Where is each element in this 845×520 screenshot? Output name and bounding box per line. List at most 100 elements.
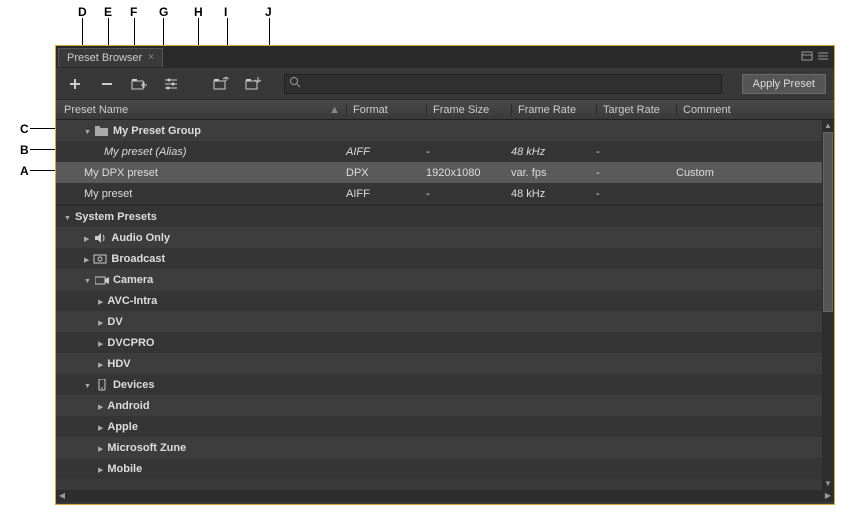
callout-D: D	[78, 5, 87, 19]
row-label: Mobile	[107, 463, 142, 475]
close-icon[interactable]: ×	[148, 52, 154, 63]
preset-name-cell: Apple	[56, 421, 346, 433]
disclosure-open-icon[interactable]	[84, 274, 91, 286]
preset-name-cell: System Presets	[56, 211, 346, 223]
disclosure-open-icon[interactable]	[64, 211, 71, 223]
scroll-up-icon[interactable]: ▲	[822, 120, 834, 132]
cell-frame-size: 1920x1080	[426, 167, 511, 179]
row-label: Microsoft Zune	[107, 442, 186, 454]
disclosure-closed-icon[interactable]	[84, 253, 89, 265]
apply-preset-button[interactable]: Apply Preset	[742, 74, 826, 94]
row-label: HDV	[107, 358, 130, 370]
callout-G: G	[159, 5, 168, 19]
cell-target-rate: -	[596, 167, 676, 179]
col-header-comment[interactable]: Comment	[676, 104, 834, 116]
disclosure-closed-icon[interactable]	[98, 316, 103, 328]
callout-I: I	[224, 5, 227, 19]
row-label: System Presets	[75, 211, 157, 223]
search-input[interactable]	[305, 78, 717, 90]
horizontal-scrollbar[interactable]: ◀ ▶	[56, 490, 834, 502]
scroll-left-icon[interactable]: ◀	[56, 490, 68, 502]
preset-name-cell: DVCPRO	[56, 337, 346, 349]
table-row[interactable]: Mobile	[56, 458, 834, 479]
table-row[interactable]: My Preset Group	[56, 120, 834, 141]
preset-name-cell: My preset (Alias)	[56, 146, 346, 158]
scroll-right-icon[interactable]: ▶	[822, 490, 834, 502]
broadcast-icon	[93, 253, 107, 265]
cell-frame-size: -	[426, 146, 511, 158]
table-row[interactable]: Android	[56, 395, 834, 416]
cell-frame-size: -	[426, 188, 511, 200]
table-row[interactable]: Devices	[56, 374, 834, 395]
disclosure-closed-icon[interactable]	[98, 337, 103, 349]
col-header-frame-size[interactable]: Frame Size	[426, 104, 511, 116]
row-label: Broadcast	[111, 253, 165, 265]
vertical-scrollbar[interactable]: ▲ ▼	[822, 120, 834, 490]
row-label: My Preset Group	[113, 125, 201, 137]
disclosure-closed-icon[interactable]	[84, 232, 89, 244]
table-row[interactable]: DVCPRO	[56, 332, 834, 353]
cell-target-rate: -	[596, 146, 676, 158]
panel-menu	[800, 50, 830, 62]
table-row[interactable]: Microsoft Zune	[56, 437, 834, 458]
cell-comment: Custom	[676, 167, 834, 179]
new-group-button[interactable]	[128, 74, 150, 94]
preset-settings-button[interactable]	[160, 74, 182, 94]
cell-frame-rate: var. fps	[511, 167, 596, 179]
table-row[interactable]: System Presets	[56, 206, 834, 227]
col-header-name[interactable]: Preset Name ▲	[56, 104, 346, 116]
export-preset-button[interactable]	[242, 74, 264, 94]
table-row[interactable]: My presetAIFF-48 kHz-	[56, 183, 834, 204]
disclosure-closed-icon[interactable]	[98, 400, 103, 412]
disclosure-open-icon[interactable]	[84, 125, 91, 137]
col-header-target-rate[interactable]: Target Rate	[596, 104, 676, 116]
preset-name-cell: Mobile	[56, 463, 346, 475]
search-icon	[289, 76, 301, 91]
camera-icon	[95, 274, 109, 286]
table-row[interactable]: Audio Only	[56, 227, 834, 248]
create-preset-button[interactable]	[64, 74, 86, 94]
disclosure-closed-icon[interactable]	[98, 463, 103, 475]
table-row[interactable]: My preset (Alias)AIFF-48 kHz-	[56, 141, 834, 162]
panel-dock-icon[interactable]	[800, 50, 814, 62]
audio-icon	[93, 232, 107, 244]
delete-preset-button[interactable]	[96, 74, 118, 94]
col-header-frame-rate[interactable]: Frame Rate	[511, 104, 596, 116]
table-row[interactable]: Broadcast	[56, 248, 834, 269]
scrollbar-thumb[interactable]	[823, 132, 833, 312]
disclosure-closed-icon[interactable]	[98, 442, 103, 454]
disclosure-closed-icon[interactable]	[98, 358, 103, 370]
tab-preset-browser[interactable]: Preset Browser ×	[58, 48, 163, 67]
callout-C: C	[20, 122, 29, 136]
row-label: My DPX preset	[84, 167, 158, 179]
table-row[interactable]: Camera	[56, 269, 834, 290]
col-header-format[interactable]: Format	[346, 104, 426, 116]
panel-menu-icon[interactable]	[816, 50, 830, 62]
search-box[interactable]	[284, 74, 722, 94]
import-preset-button[interactable]	[210, 74, 232, 94]
table-row[interactable]: AVC-Intra	[56, 290, 834, 311]
cell-target-rate: -	[596, 188, 676, 200]
preset-name-cell: Broadcast	[56, 253, 346, 265]
devices-icon	[95, 379, 109, 391]
row-label: Camera	[113, 274, 153, 286]
scroll-down-icon[interactable]: ▼	[822, 478, 834, 490]
row-label: Android	[107, 400, 149, 412]
table-row[interactable]: Apple	[56, 416, 834, 437]
table-row[interactable]: DV	[56, 311, 834, 332]
column-headers[interactable]: Preset Name ▲ Format Frame Size Frame Ra…	[56, 100, 834, 120]
disclosure-closed-icon[interactable]	[98, 421, 103, 433]
callout-F: F	[130, 5, 137, 19]
disclosure-closed-icon[interactable]	[98, 295, 103, 307]
preset-name-cell: My Preset Group	[56, 125, 346, 137]
disclosure-open-icon[interactable]	[84, 379, 91, 391]
cell-format: DPX	[346, 167, 426, 179]
preset-list: My Preset Group My preset (Alias)AIFF-48 …	[56, 120, 834, 490]
table-row[interactable]: My DPX preset DPX1920x1080var. fps-Custom	[56, 162, 834, 183]
preset-name-cell: Devices	[56, 379, 346, 391]
table-row[interactable]: HDV	[56, 353, 834, 374]
row-label: My preset (Alias)	[104, 146, 187, 158]
preset-name-cell: Audio Only	[56, 232, 346, 244]
preset-name-cell: Camera	[56, 274, 346, 286]
cell-frame-rate: 48 kHz	[511, 188, 596, 200]
